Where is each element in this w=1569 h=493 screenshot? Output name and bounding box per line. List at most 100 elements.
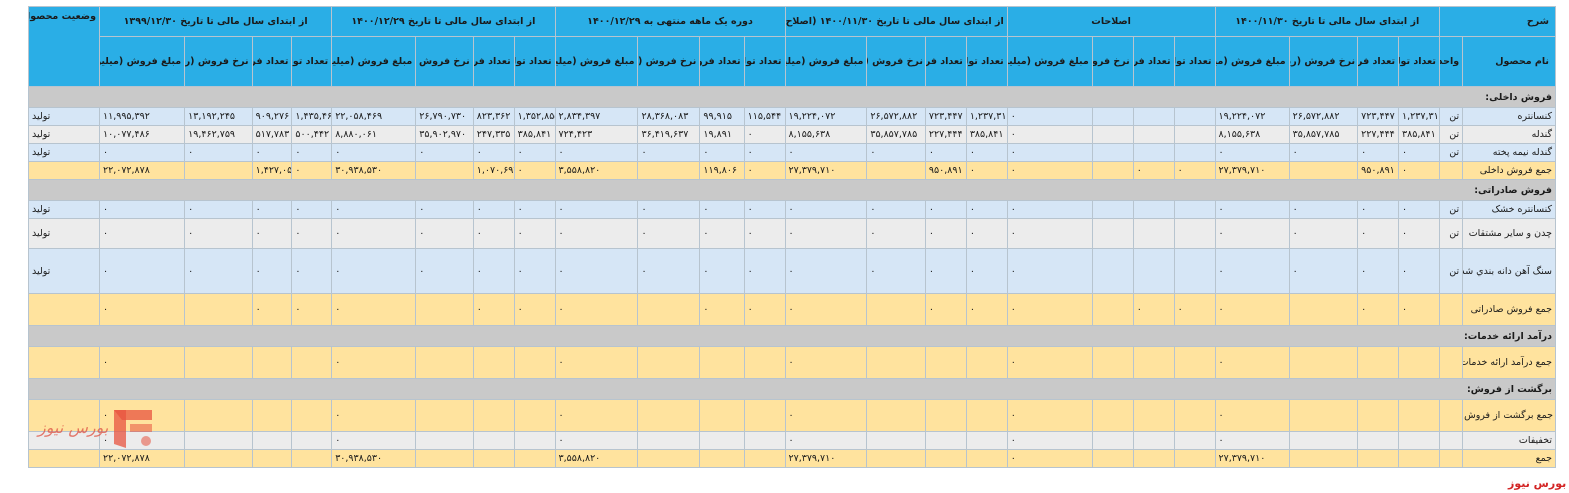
value-cell: ۰ bbox=[1398, 293, 1440, 326]
header-period-3: از ابتدای سال مالی تا تاریخ ۱۴۰۰/۱۱/۳۰ (… bbox=[784, 6, 1008, 37]
value-cell: ۱,۲۳۷,۳۱۱ bbox=[965, 107, 1008, 126]
value-cell: ۰ bbox=[784, 143, 868, 162]
value-cell bbox=[1132, 218, 1175, 249]
header-col-5-3: نرخ فروش (ریال) bbox=[415, 36, 474, 87]
value-cell: ۰ bbox=[1398, 218, 1440, 249]
value-cell: ۰ bbox=[784, 218, 868, 249]
value-cell: ۳۰,۹۳۸,۵۳۰ bbox=[331, 161, 417, 180]
header-col-6-3: نرخ فروش (ریال) bbox=[184, 36, 253, 87]
value-cell bbox=[1357, 431, 1400, 450]
value-cell: ۰ bbox=[554, 293, 639, 326]
value-cell: ۰ bbox=[415, 218, 474, 249]
value-cell: ۰ bbox=[415, 248, 474, 294]
value-cell: ۰ bbox=[513, 248, 556, 294]
value-cell bbox=[415, 399, 474, 432]
value-cell bbox=[251, 399, 293, 432]
value-cell: ۰ bbox=[1006, 161, 1093, 180]
value-cell bbox=[291, 449, 333, 468]
value-cell: ۲۶,۵۷۲,۸۸۲ bbox=[1288, 107, 1359, 126]
value-cell: ۰ bbox=[924, 143, 967, 162]
value-cell: ۰ bbox=[637, 218, 701, 249]
product-name: سنگ آهن دانه بندي شده- خوراک کنسانتره bbox=[1462, 248, 1556, 294]
unit-cell bbox=[1438, 431, 1464, 450]
product-name: جمع فروش صادراتی bbox=[1462, 293, 1556, 326]
value-cell bbox=[1091, 107, 1134, 126]
value-cell bbox=[1357, 399, 1400, 432]
status-cell: تولید bbox=[28, 107, 100, 126]
section-label: درآمد ارائه خدمات: bbox=[28, 325, 1556, 347]
value-cell: ۰ bbox=[1006, 346, 1093, 379]
value-cell bbox=[1173, 218, 1216, 249]
value-cell bbox=[866, 431, 926, 450]
header-period-6: از ابتدای سال مالی تا تاریخ ۱۳۹۹/۱۲/۳۰ bbox=[98, 6, 333, 37]
value-cell: ۰ bbox=[1006, 143, 1093, 162]
value-cell: ۰ bbox=[98, 218, 186, 249]
value-cell bbox=[637, 449, 701, 468]
value-cell: ۰ bbox=[291, 200, 333, 219]
value-cell: ۱,۴۳۵,۴۶۳ bbox=[291, 107, 333, 126]
total-row: جمع فروش صادراتی ۰ ۰ ۰ ۰ ۰ ۰ ۰ ۰ ۰ ۰ ۰ ۰ ۰ ۰ ۰ ۰ ۰ ۰ bbox=[28, 293, 1556, 326]
header-col-1-2: تعداد فروش bbox=[1357, 36, 1400, 87]
value-cell: ۱۱۹,۸۰۶ bbox=[699, 161, 745, 180]
value-cell: ۰ bbox=[331, 293, 417, 326]
status-cell bbox=[28, 346, 100, 379]
value-cell: ۱۹,۸۹۱ bbox=[699, 125, 745, 144]
header-col-5-2: تعداد فروش bbox=[472, 36, 515, 87]
value-cell bbox=[1132, 107, 1175, 126]
value-cell: ۰ bbox=[866, 218, 926, 249]
value-cell: ۰ bbox=[331, 346, 417, 379]
header-col-6-2: تعداد فروش bbox=[251, 36, 293, 87]
value-cell: ۰ bbox=[331, 431, 417, 450]
value-cell bbox=[1288, 431, 1359, 450]
value-cell: ۰ bbox=[291, 248, 333, 294]
unit-cell: تن bbox=[1438, 248, 1464, 294]
value-cell: ۰ bbox=[554, 143, 639, 162]
value-cell: ۳۸۵,۸۴۱ bbox=[513, 125, 556, 144]
value-cell bbox=[415, 293, 474, 326]
value-cell bbox=[1132, 431, 1175, 450]
value-cell bbox=[965, 399, 1008, 432]
value-cell: ۰ bbox=[637, 200, 701, 219]
value-cell: ۰ bbox=[415, 200, 474, 219]
value-cell bbox=[251, 449, 293, 468]
value-cell: ۰ bbox=[1288, 248, 1359, 294]
value-cell: ۰ bbox=[291, 143, 333, 162]
value-cell: ۲۴۷,۳۳۵ bbox=[472, 125, 515, 144]
value-cell bbox=[251, 431, 293, 450]
value-cell: ۰ bbox=[965, 248, 1008, 294]
status-cell: تولید bbox=[28, 248, 100, 294]
value-cell: ۲۷,۳۷۹,۷۱۰ bbox=[784, 449, 868, 468]
table-row: گندله تن ۳۸۵,۸۴۱ ۲۲۷,۴۴۴ ۳۵,۸۵۷,۷۸۵ ۸,۱۵۵,۶۳۸… bbox=[28, 125, 1556, 144]
value-cell: ۰ bbox=[184, 218, 253, 249]
value-cell bbox=[1398, 399, 1440, 432]
value-cell: ۳۰,۹۳۸,۵۳۰ bbox=[331, 449, 417, 468]
header-col-4-4: مبلغ فروش (میلیون ریال) bbox=[554, 36, 639, 87]
total-row: جمع فروش داخلی ۰ ۹۵۰,۸۹۱ ۲۷,۳۷۹,۷۱۰ ۰ ۰ ۰ ۰ ۹۵۰,… bbox=[28, 161, 1556, 180]
value-cell: ۰ bbox=[924, 200, 967, 219]
value-cell: ۹۹,۹۱۵ bbox=[699, 107, 745, 126]
value-cell: ۰ bbox=[699, 143, 745, 162]
table-row: چدن و سایر مشتقات تن ۰ ۰ ۰ ۰ ۰ ۰ ۰ ۰ ۰ ۰ ۰ ۰ ۰ ۰ ۰ ۰ ۰ ۰ ۰ ۰ ۰… bbox=[28, 218, 1556, 249]
unit-cell bbox=[1438, 346, 1464, 379]
value-cell bbox=[1288, 399, 1359, 432]
value-cell: ۲۷,۳۷۹,۷۱۰ bbox=[1214, 161, 1290, 180]
table-row: سنگ آهن دانه بندي شده- خوراک کنسانترهتن ۰… bbox=[28, 248, 1556, 294]
value-cell: ۰ bbox=[1214, 293, 1290, 326]
value-cell: ۰ bbox=[965, 200, 1008, 219]
value-cell: ۸,۱۵۵,۶۳۸ bbox=[784, 125, 868, 144]
value-cell: ۰ bbox=[1006, 449, 1093, 468]
status-cell: تولید bbox=[28, 218, 100, 249]
product-name: گندله bbox=[1462, 125, 1556, 144]
value-cell: ۰ bbox=[415, 143, 474, 162]
product-name: کنسانتره bbox=[1462, 107, 1556, 126]
value-cell: ۰ bbox=[1214, 399, 1290, 432]
watermark-logo-icon bbox=[114, 410, 152, 448]
value-cell bbox=[184, 161, 253, 180]
value-cell: ۱۱,۹۹۵,۳۹۲ bbox=[98, 107, 186, 126]
product-name: تخفیفات bbox=[1462, 431, 1556, 450]
value-cell: ۰ bbox=[743, 293, 786, 326]
value-cell bbox=[1091, 161, 1134, 180]
value-cell: ۱,۳۵۲,۸۵۵ bbox=[513, 107, 556, 126]
value-cell bbox=[291, 399, 333, 432]
header-col-3-3: نرخ فروش (ریال) bbox=[866, 36, 926, 87]
